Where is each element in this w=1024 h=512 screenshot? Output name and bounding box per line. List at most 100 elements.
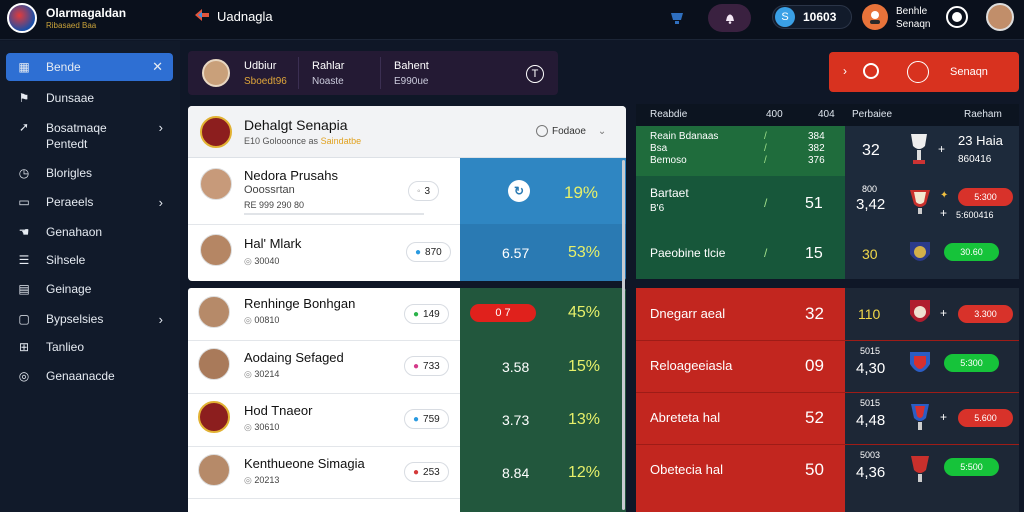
strip-action-button[interactable]: T <box>526 65 544 83</box>
table-score: 4,30 <box>856 360 886 377</box>
sidebar-item-label: Bosatmaqe <box>46 121 107 135</box>
avatar[interactable] <box>198 296 230 328</box>
filter-select[interactable]: Fodaoe ⌄ <box>536 125 606 137</box>
row-player-name[interactable]: Nedora Prusahs <box>244 168 338 183</box>
odds-percent: 12% <box>568 464 601 481</box>
breadcrumb[interactable]: Uadnagla <box>217 9 273 24</box>
odds-value: 6.57 <box>502 245 530 261</box>
odds-live-badge[interactable]: 0 7 <box>470 304 536 322</box>
close-icon[interactable]: ✕ <box>152 59 163 75</box>
odds-button[interactable]: 5.600 <box>958 409 1013 427</box>
row-player-name[interactable]: Kenthueone Simagia <box>244 456 365 471</box>
table-row-name[interactable]: Obetecia hal <box>650 462 723 477</box>
sidebar-item-geinage[interactable]: ▤ Geinage <box>6 275 173 303</box>
trend-icon: / <box>764 196 768 210</box>
header-col-3: 404 <box>818 109 835 120</box>
grid-icon: ⊞ <box>18 340 30 354</box>
odds-button[interactable]: 3.300 <box>958 305 1013 323</box>
avatar[interactable] <box>986 3 1014 31</box>
row-player-sub: ◎ 20213 <box>244 475 280 485</box>
trophy-icon[interactable] <box>668 10 686 26</box>
sidebar-item-blorigles[interactable]: ◷ Blorigles <box>6 159 173 187</box>
odds-button[interactable]: 5:500 <box>944 458 999 476</box>
odds-cell[interactable] <box>460 158 626 224</box>
trend-icon: / / / <box>764 131 767 166</box>
home-icon: ▦ <box>18 60 30 74</box>
match-list-panel: Renhinge Bonhgan ◎ 00810 ● 149 0 7 45% Ao… <box>188 288 626 512</box>
scrollbar[interactable] <box>622 160 625 510</box>
sidebar-item-sihsele[interactable]: ☰ Sihsele <box>6 246 173 274</box>
match-subtitle: E10 Golooonce as Saindatbe <box>244 136 362 146</box>
row-tag[interactable]: ● 870 <box>406 242 451 262</box>
table-value: 32 <box>805 304 824 323</box>
club-crest-icon <box>910 352 930 372</box>
row-tag[interactable]: ● 759 <box>404 409 449 429</box>
divider <box>188 446 460 447</box>
row-tag[interactable]: ● 253 <box>404 462 449 482</box>
chevron-right-icon: › <box>158 194 163 210</box>
sidebar-item-bypselsies[interactable]: ▢ Bypselsies › <box>6 305 173 333</box>
table-row-name[interactable]: Reain Bdanaas Bsa Bemoso <box>650 131 718 167</box>
club-crest-icon[interactable] <box>198 401 230 433</box>
sidebar-item-peraeels[interactable]: ▭ Peraeels › <box>6 188 173 216</box>
strip-title-3[interactable]: Bahent <box>394 60 429 72</box>
row-tag[interactable]: ◦ 3 <box>408 181 440 201</box>
row-player-name[interactable]: Hal' Mlark <box>244 236 301 251</box>
table-row-name[interactable]: Paeobine tlcie <box>650 246 725 260</box>
strip-title-1[interactable]: Udbiur <box>244 60 276 72</box>
table-value: 51 <box>805 195 823 212</box>
table-row-name[interactable]: Abreteta hal <box>650 410 720 425</box>
balance-pill[interactable]: S 10603 <box>772 5 852 29</box>
odds-button[interactable]: 5:300 <box>958 188 1013 206</box>
plus-icon[interactable]: + <box>938 142 945 156</box>
row-player-name[interactable]: Aodaing Sefaged <box>244 350 344 365</box>
sidebar-item-home[interactable]: ▦ Bende ✕ <box>6 53 173 81</box>
table-score: 110 <box>858 306 881 322</box>
odds-button[interactable]: 30.60 <box>944 243 999 261</box>
table-row-name[interactable]: Reloageeiasla <box>650 358 732 373</box>
avatar[interactable] <box>200 234 232 266</box>
top-bar: Olarmagaldan Ribasaed Baa Uadnagla S 106… <box>0 0 1024 40</box>
odds-button[interactable]: 5:300 <box>944 354 999 372</box>
settings-icon[interactable] <box>946 6 968 28</box>
table-score: 4,48 <box>856 412 886 429</box>
sidebar-item-label: Tanlieo <box>46 340 85 354</box>
avatar[interactable] <box>198 454 230 486</box>
plus-icon[interactable]: + <box>940 410 947 424</box>
sidebar-item-genaanacde[interactable]: ◎ Genaanacde <box>6 362 173 390</box>
sidebar-item-genahaon[interactable]: ☚ Genahaon <box>6 218 173 246</box>
sidebar-item-tanlieo[interactable]: ⊞ Tanlieo <box>6 333 173 361</box>
app-icon <box>195 9 209 21</box>
table-row-name[interactable]: Bartaet <box>650 186 689 200</box>
row-tag[interactable]: ● 149 <box>404 304 449 324</box>
divider <box>188 340 460 341</box>
row-player-name[interactable]: Renhinge Bonhgan <box>244 296 355 311</box>
avatar[interactable] <box>200 168 232 200</box>
plus-icon[interactable]: + <box>940 306 947 320</box>
table-sub-value: 5015 <box>860 398 881 408</box>
odds-value: 3.58 <box>502 359 530 375</box>
strip-title-2[interactable]: Rahlar <box>312 60 344 72</box>
player-strip: Udbiur Sboedt96 Rahlar Noaste Bahent E99… <box>188 51 558 95</box>
sidebar-item-label: Bypselsies <box>46 312 104 326</box>
logo[interactable] <box>7 3 37 33</box>
table-row-name[interactable]: Dnegarr aeal <box>650 306 725 321</box>
row-player-name[interactable]: Hod Tnaeor <box>244 403 312 418</box>
table-sub-value: 5015 <box>860 346 881 356</box>
sidebar-item-sublabel: Pentedt <box>46 137 88 151</box>
notifications-button[interactable] <box>708 4 751 32</box>
sidebar-item-bosatmaqe[interactable]: ➚ Bosatmaqe Pentedt › <box>6 114 173 154</box>
record-icon[interactable] <box>907 61 929 83</box>
avatar[interactable] <box>202 59 230 87</box>
user-badge-icon[interactable] <box>862 4 888 30</box>
row-player-sub: Ooossrtan <box>244 184 295 196</box>
plus-icon[interactable]: + <box>940 206 947 220</box>
search-bar[interactable]: › Senaqn <box>829 52 1019 92</box>
search-icon[interactable] <box>863 63 879 79</box>
sidebar-item-label: Sihsele <box>46 253 86 267</box>
sidebar-item-dunsaae[interactable]: ⚑ Dunsaae <box>6 84 173 112</box>
arrow-icon: ➚ <box>18 120 30 134</box>
row-tag[interactable]: ● 733 <box>404 356 449 376</box>
avatar[interactable] <box>198 348 230 380</box>
refresh-icon[interactable]: ↻ <box>508 180 530 202</box>
